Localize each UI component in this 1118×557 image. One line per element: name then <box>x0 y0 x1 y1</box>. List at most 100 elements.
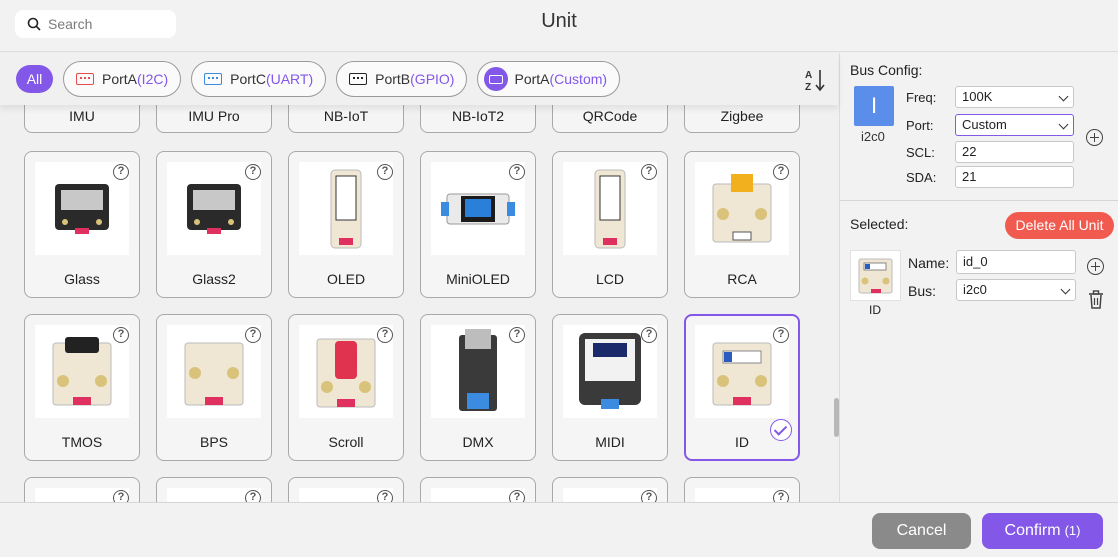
filter-all-button[interactable]: All <box>16 65 53 93</box>
filter-sub-label: (Custom) <box>549 71 608 87</box>
selected-unit-thumbnail <box>850 250 901 301</box>
sda-input[interactable]: 21 <box>955 166 1074 188</box>
filter-sub-label: (UART) <box>265 71 314 87</box>
unit-label: Glass <box>64 271 100 287</box>
unit-card-scroll[interactable]: ? Scroll <box>288 314 404 461</box>
footer: Cancel Confirm (1) <box>0 502 1118 557</box>
help-icon[interactable]: ? <box>245 490 261 502</box>
filter-label: PortA <box>102 71 138 87</box>
bus-config-heading: Bus Config: <box>850 62 923 78</box>
freq-select[interactable]: 100K <box>955 86 1074 108</box>
help-icon[interactable]: ? <box>113 327 129 343</box>
unit-card-dmx[interactable]: ? DMX <box>420 314 536 461</box>
unit-card-tmos[interactable]: ? TMOS <box>24 314 140 461</box>
unit-label: QRCode <box>582 108 638 124</box>
page-title: Unit <box>541 10 577 32</box>
filter-label: PortA <box>514 71 550 87</box>
filter-bar: All PortA (I2C) PortC (UART) PortB (GPIO) P… <box>0 53 838 105</box>
unit-card-glass2[interactable]: ? Glass2 <box>156 151 272 298</box>
help-icon[interactable]: ? <box>113 490 129 502</box>
unit-card[interactable]: ? <box>24 477 140 502</box>
unit-card[interactable]: ? <box>552 477 668 502</box>
unit-label: LCD <box>595 271 624 287</box>
panel-divider <box>840 200 1118 201</box>
config-panel: Bus Config: I i2c0 Freq: 100K Port: Cust… <box>839 53 1118 502</box>
delete-all-unit-button[interactable]: Delete All Unit <box>1005 212 1114 239</box>
cancel-button[interactable]: Cancel <box>872 513 971 549</box>
filter-porta-custom-button[interactable]: PortA (Custom) <box>477 61 621 97</box>
unit-card-imu-pro[interactable]: IMU Pro <box>156 105 272 133</box>
help-icon[interactable]: ? <box>377 327 393 343</box>
filter-porta-i2c-button[interactable]: PortA (I2C) <box>63 61 182 97</box>
unit-card-minioled[interactable]: ? MiniOLED <box>420 151 536 298</box>
unit-bus-select[interactable]: i2c0 <box>956 279 1076 301</box>
unit-label: DMX <box>462 434 494 450</box>
unit-card-nb-iot2[interactable]: NB-IoT2 <box>420 105 536 133</box>
help-icon[interactable]: ? <box>641 490 657 502</box>
filter-label: PortC <box>230 71 266 87</box>
unit-card-glass[interactable]: ? Glass <box>24 151 140 298</box>
help-icon[interactable]: ? <box>641 327 657 343</box>
unit-label: BPS <box>199 434 228 450</box>
unit-name-input[interactable]: id_0 <box>956 250 1076 274</box>
unit-card-rca[interactable]: ? RCA <box>684 151 800 298</box>
port-connector-icon <box>76 73 94 85</box>
help-icon[interactable]: ? <box>509 490 525 502</box>
unit-grid: IMU IMU Pro NB-IoT NB-IoT2 QRCode Zigbee… <box>0 105 838 502</box>
unit-card-lcd[interactable]: ? LCD <box>552 151 668 298</box>
selected-check-icon <box>770 419 792 441</box>
scl-label: SCL: <box>906 145 935 160</box>
help-icon[interactable]: ? <box>377 164 393 180</box>
unit-card-oled[interactable]: ? OLED <box>288 151 404 298</box>
help-icon[interactable]: ? <box>377 490 393 502</box>
help-icon[interactable]: ? <box>509 164 525 180</box>
filter-portc-uart-button[interactable]: PortC (UART) <box>191 61 327 97</box>
help-icon[interactable]: ? <box>245 327 261 343</box>
confirm-label: Confirm <box>1004 522 1061 539</box>
unit-card[interactable]: ? <box>156 477 272 502</box>
sort-az-icon[interactable]: A Z <box>804 67 826 93</box>
i2c-bus-icon[interactable]: I <box>854 86 894 126</box>
add-unit-icon[interactable] <box>1087 258 1104 275</box>
unit-card[interactable]: ? <box>420 477 536 502</box>
unit-card-zigbee[interactable]: Zigbee <box>684 105 800 133</box>
unit-card-id[interactable]: ? ID <box>684 314 800 461</box>
help-icon[interactable]: ? <box>509 327 525 343</box>
add-bus-icon[interactable] <box>1086 129 1103 146</box>
unit-label: IMU Pro <box>188 108 240 124</box>
unit-label: TMOS <box>61 434 103 450</box>
unit-card-qrcode[interactable]: QRCode <box>552 105 668 133</box>
unit-card-midi[interactable]: ? MIDI <box>552 314 668 461</box>
help-icon[interactable]: ? <box>113 164 129 180</box>
unit-label: Glass2 <box>192 271 236 287</box>
unit-card-nb-iot[interactable]: NB-IoT <box>288 105 404 133</box>
unit-card-imu[interactable]: IMU <box>24 105 140 133</box>
unit-card-bps[interactable]: ? BPS <box>156 314 272 461</box>
help-icon[interactable]: ? <box>773 490 789 502</box>
unit-card[interactable]: ? <box>288 477 404 502</box>
help-icon[interactable]: ? <box>773 164 789 180</box>
port-connector-icon <box>204 73 223 85</box>
unit-label: OLED <box>326 271 366 287</box>
unit-card[interactable]: ? <box>684 477 800 502</box>
filter-sub-label: (GPIO) <box>410 71 455 87</box>
unit-label: Zigbee <box>720 108 764 124</box>
svg-text:Z: Z <box>805 82 811 93</box>
selected-heading: Selected: <box>850 216 909 232</box>
filter-portb-gpio-button[interactable]: PortB (GPIO) <box>336 61 468 97</box>
confirm-button[interactable]: Confirm (1) <box>982 513 1103 549</box>
help-icon[interactable]: ? <box>773 327 789 343</box>
scl-input[interactable]: 22 <box>955 141 1074 163</box>
port-select[interactable]: Custom <box>955 114 1074 136</box>
help-icon[interactable]: ? <box>641 164 657 180</box>
svg-text:A: A <box>805 70 812 81</box>
port-connector-icon <box>349 73 368 85</box>
unit-label: NB-IoT2 <box>451 108 505 124</box>
filter-label: PortB <box>375 71 411 87</box>
trash-icon[interactable] <box>1088 290 1104 309</box>
help-icon[interactable]: ? <box>245 164 261 180</box>
port-label: Port: <box>906 118 934 133</box>
bus-name: i2c0 <box>861 129 885 144</box>
unit-label: IMU <box>69 108 95 124</box>
header: Unit <box>0 0 1118 52</box>
